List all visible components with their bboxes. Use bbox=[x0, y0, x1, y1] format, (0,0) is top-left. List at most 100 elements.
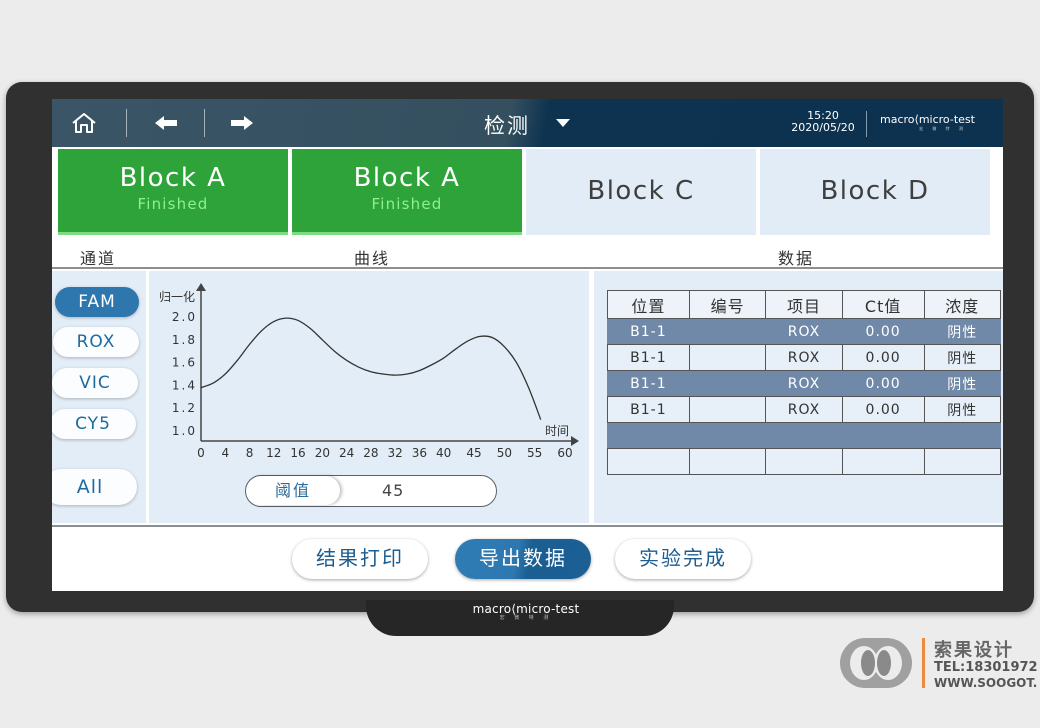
cell-ct bbox=[841, 448, 925, 475]
channel-vic-button[interactable]: VIC bbox=[52, 368, 138, 398]
page-title[interactable]: 检测 bbox=[484, 110, 530, 140]
caret-down-icon[interactable] bbox=[556, 119, 570, 127]
table-row[interactable]: B1-1 ROX 0.00 阴性 bbox=[607, 344, 1002, 371]
table-row[interactable] bbox=[607, 448, 1002, 475]
screen: 检测 15:20 2020/05/20 macro⟨micro-test 宏 微… bbox=[52, 99, 1003, 591]
cell-item bbox=[765, 448, 843, 475]
series-line-fam bbox=[200, 317, 542, 420]
section-channel-label: 通道 bbox=[80, 249, 117, 268]
section-curve-label: 曲线 bbox=[354, 249, 391, 268]
block-name: Block A bbox=[119, 163, 227, 193]
cell-id bbox=[688, 396, 767, 423]
date-text: 2020/05/20 bbox=[791, 121, 855, 134]
cell-position: B1-1 bbox=[607, 370, 690, 397]
y-tick-label: 2.0 bbox=[172, 310, 197, 324]
home-button[interactable] bbox=[70, 111, 98, 135]
table-row[interactable] bbox=[607, 422, 1002, 449]
block-status: Finished bbox=[371, 195, 443, 213]
col-header-concentration: 浓度 bbox=[923, 290, 1002, 319]
cell-item: ROX bbox=[765, 344, 843, 371]
cell-id bbox=[688, 370, 767, 397]
cell-position bbox=[607, 422, 690, 449]
cell-id bbox=[688, 422, 767, 449]
col-header-position: 位置 bbox=[607, 290, 690, 319]
x-tick-label: 60 bbox=[557, 446, 572, 460]
cell-concentration: 阴性 bbox=[923, 396, 1002, 423]
y-tick-label: 1.4 bbox=[172, 378, 197, 392]
cell-id bbox=[688, 344, 767, 371]
home-icon bbox=[72, 113, 96, 133]
x-tick-label: 0 bbox=[197, 446, 205, 460]
results-table: 位置 编号 项目 Ct值 浓度 B1-1 ROX 0.00 阴性 B1-1 ROX 0.00… bbox=[607, 290, 1002, 475]
finish-experiment-button[interactable]: 实验完成 bbox=[615, 539, 751, 579]
section-headers: 通道 曲线 数据 bbox=[52, 239, 1003, 269]
watermark: 索果设计 TEL:18301972 WWW.SOOGOT. bbox=[838, 636, 1040, 692]
top-bar: 检测 15:20 2020/05/20 macro⟨micro-test 宏 微… bbox=[52, 99, 1003, 147]
table-row[interactable]: B1-1 ROX 0.00 阴性 bbox=[607, 396, 1002, 423]
cell-item: ROX bbox=[765, 396, 843, 423]
arrow-left-icon bbox=[155, 116, 177, 130]
cell-position: B1-1 bbox=[607, 344, 690, 371]
cell-concentration: 阴性 bbox=[923, 370, 1002, 397]
cell-ct: 0.00 bbox=[841, 318, 925, 345]
watermark-url: WWW.SOOGOT. bbox=[934, 676, 1038, 690]
channel-panel: FAM ROX VIC CY5 All bbox=[52, 271, 146, 523]
channel-rox-button[interactable]: ROX bbox=[53, 327, 139, 357]
forward-button[interactable] bbox=[228, 111, 256, 135]
x-tick-label: 40 bbox=[436, 446, 451, 460]
x-tick-label: 32 bbox=[387, 446, 402, 460]
col-header-item: 项目 bbox=[765, 290, 843, 319]
cell-ct: 0.00 bbox=[841, 344, 925, 371]
x-tick-label: 36 bbox=[412, 446, 427, 460]
cell-position: B1-1 bbox=[607, 396, 690, 423]
y-tick-label: 1.0 bbox=[172, 424, 197, 438]
cell-concentration bbox=[923, 422, 1002, 449]
block-tab-1[interactable]: Block A Finished bbox=[58, 149, 288, 235]
cell-concentration: 阴性 bbox=[923, 318, 1002, 345]
channel-fam-button[interactable]: FAM bbox=[55, 287, 139, 317]
col-header-ct: Ct值 bbox=[841, 290, 925, 319]
curve-panel: 1.0 1.2 1.4 1.6 1.8 2.0 0 4 8 12 16 20 24 28 32 36 40 45… bbox=[149, 271, 589, 523]
block-tab-2[interactable]: Block A Finished bbox=[292, 149, 522, 235]
y-axis-label: 归一化 bbox=[159, 290, 195, 304]
block-tab-3[interactable]: Block C bbox=[526, 149, 756, 235]
x-tick-label: 55 bbox=[527, 446, 542, 460]
block-tab-4[interactable]: Block D bbox=[760, 149, 990, 235]
cell-item: ROX bbox=[765, 318, 843, 345]
block-tabs: Block A Finished Block A Finished Block … bbox=[58, 149, 990, 237]
cell-concentration: 阴性 bbox=[923, 344, 1002, 371]
cell-concentration bbox=[923, 448, 1002, 475]
data-panel: 位置 编号 项目 Ct值 浓度 B1-1 ROX 0.00 阴性 B1-1 ROX 0.00… bbox=[594, 271, 1003, 523]
watermark-tel: TEL:18301972 bbox=[934, 660, 1038, 675]
channel-all-button[interactable]: All bbox=[52, 469, 137, 505]
clock: 15:20 2020/05/20 bbox=[786, 110, 860, 134]
table-row[interactable]: B1-1 ROX 0.00 阴性 bbox=[607, 370, 1002, 397]
x-tick-label: 8 bbox=[246, 446, 254, 460]
threshold-value[interactable]: 45 bbox=[382, 481, 404, 500]
block-name: Block A bbox=[353, 163, 461, 193]
x-tick-label: 12 bbox=[266, 446, 281, 460]
back-button[interactable] bbox=[152, 111, 180, 135]
x-tick-label: 20 bbox=[315, 446, 330, 460]
cell-ct: 0.00 bbox=[841, 370, 925, 397]
block-name: Block C bbox=[587, 176, 695, 206]
cell-id bbox=[688, 318, 767, 345]
channel-cy5-button[interactable]: CY5 bbox=[52, 409, 136, 439]
cell-id bbox=[688, 448, 767, 475]
x-tick-label: 28 bbox=[363, 446, 378, 460]
x-tick-label: 45 bbox=[466, 446, 481, 460]
x-tick-label: 16 bbox=[290, 446, 305, 460]
divider bbox=[866, 111, 867, 137]
cell-ct: 0.00 bbox=[841, 396, 925, 423]
cell-item: ROX bbox=[765, 370, 843, 397]
threshold-field[interactable]: 阈值 45 bbox=[245, 475, 497, 507]
print-results-button[interactable]: 结果打印 bbox=[292, 539, 428, 579]
export-data-button[interactable]: 导出数据 bbox=[455, 539, 591, 579]
y-tick-label: 1.2 bbox=[172, 401, 197, 415]
table-row[interactable]: B1-1 ROX 0.00 阴性 bbox=[607, 318, 1002, 345]
watermark-logo-icon bbox=[840, 638, 912, 688]
arrow-right-icon bbox=[231, 116, 253, 130]
y-axis-arrow-icon bbox=[196, 283, 206, 291]
x-tick-label: 24 bbox=[339, 446, 354, 460]
amplification-chart: 1.0 1.2 1.4 1.6 1.8 2.0 0 4 8 12 16 20 24 28 32 36 40 45… bbox=[159, 283, 579, 460]
